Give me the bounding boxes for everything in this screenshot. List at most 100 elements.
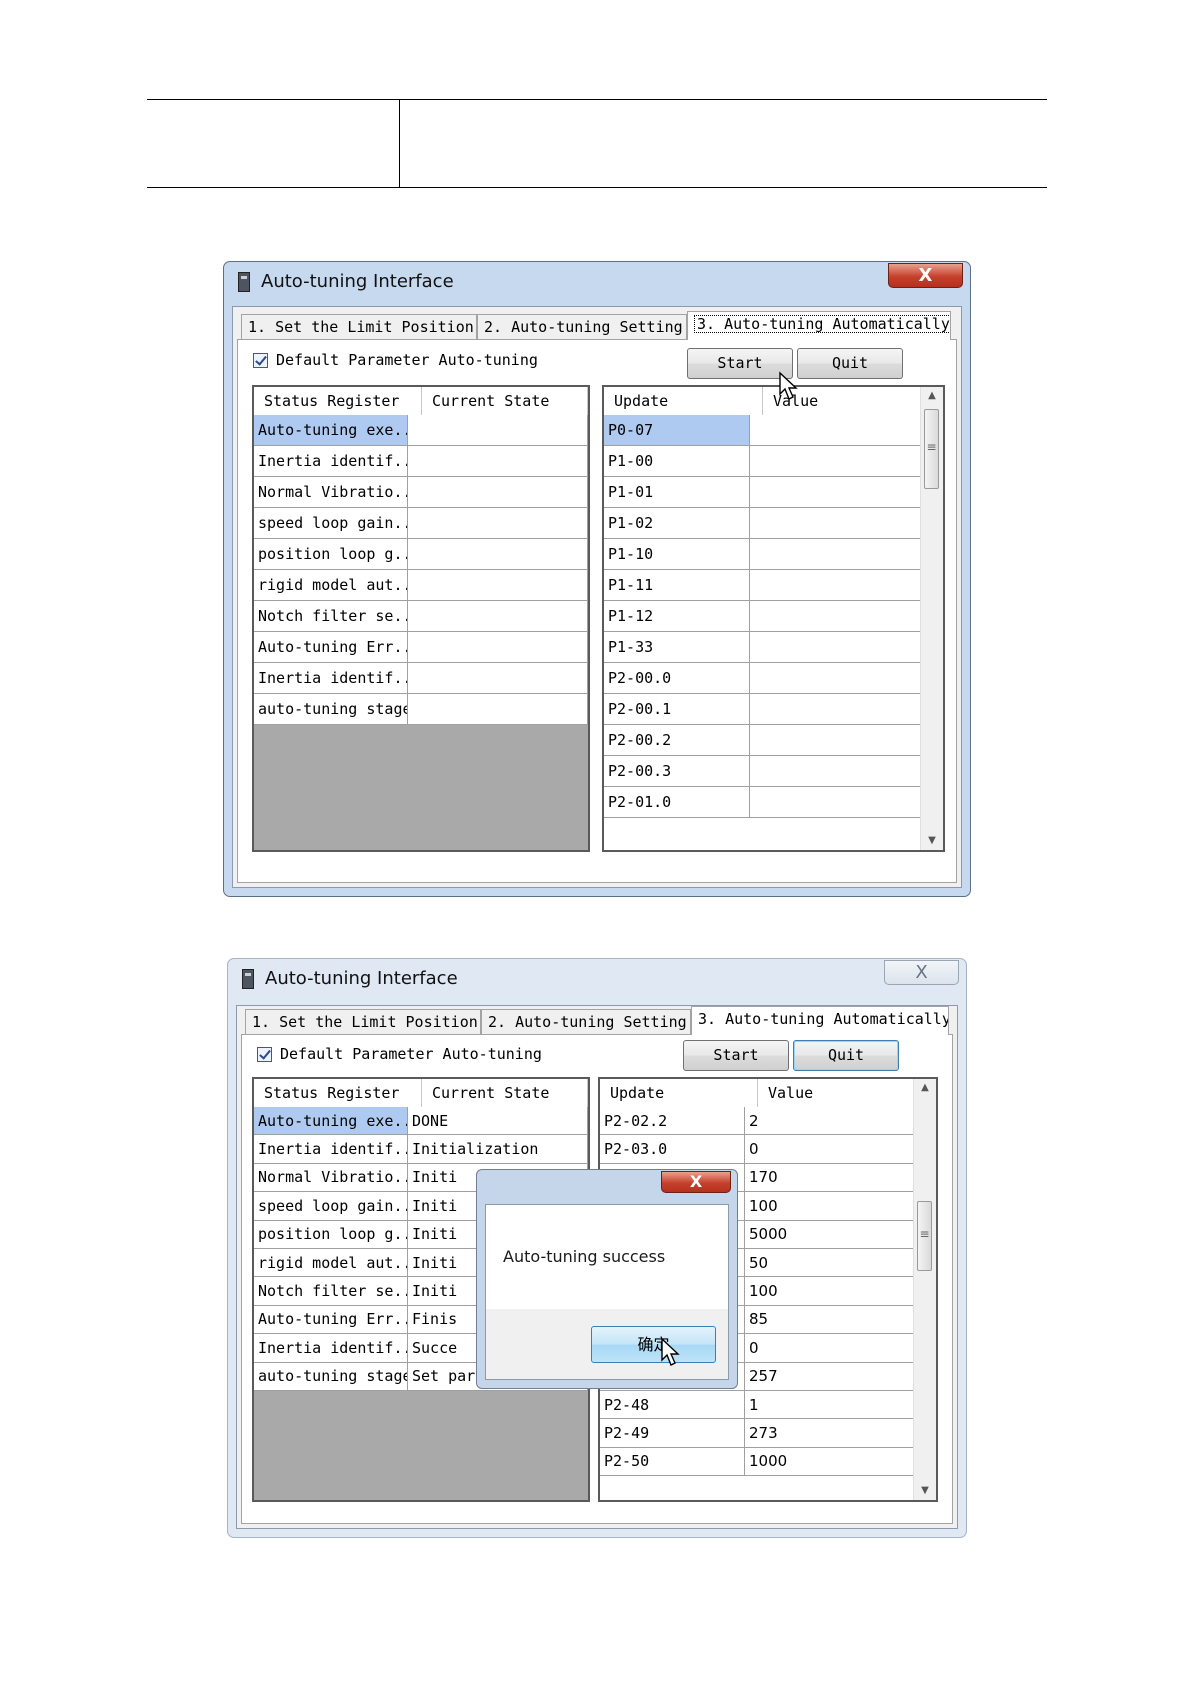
table-row[interactable]: P2-01.0 [604,787,923,818]
value-cell[interactable]: 1 [745,1391,916,1419]
status-register-cell[interactable]: Inertia identif... [254,1135,408,1163]
value-cell[interactable] [750,415,923,445]
update-param-cell[interactable]: P2-00.2 [604,725,750,755]
status-register-cell[interactable]: Notch filter se... [254,1277,408,1305]
value-cell[interactable]: 273 [745,1419,916,1447]
column-header-status-register[interactable]: Status Register [254,1079,422,1107]
scrollbar-thumb[interactable] [917,1201,932,1271]
quit-button[interactable]: Quit [793,1040,899,1071]
value-cell[interactable]: 0 [745,1334,916,1362]
table-row[interactable]: P2-03.0 0 [600,1135,916,1164]
value-cell[interactable] [750,632,923,662]
table-row[interactable]: P2-02.2 2 [600,1107,916,1136]
update-param-cell[interactable]: P2-01.0 [604,787,750,817]
title-bar[interactable]: Auto-tuning Interface X [224,262,970,298]
update-param-cell[interactable]: P1-33 [604,632,750,662]
value-cell[interactable]: 257 [745,1362,916,1390]
ok-button[interactable]: 确定 [591,1326,716,1363]
status-register-cell[interactable]: auto-tuning stage [254,694,408,724]
value-cell[interactable] [750,477,923,507]
status-register-cell[interactable]: Auto-tuning Err... [254,1305,408,1334]
status-register-cell[interactable]: Inertia identif... [254,1334,408,1362]
update-param-cell[interactable]: P2-00.1 [604,694,750,724]
value-cell[interactable]: 85 [745,1305,916,1334]
table-row[interactable]: Auto-tuning exe... DONE [254,1107,588,1136]
value-cell[interactable] [750,663,923,693]
start-button[interactable]: Start [683,1040,789,1071]
table-row[interactable]: speed loop gain... [254,508,588,539]
current-state-cell[interactable] [408,663,588,693]
value-cell[interactable]: 0 [745,1135,916,1163]
quit-button[interactable]: Quit [797,348,903,379]
table-row[interactable]: Auto-tuning Err... [254,632,588,663]
table-row[interactable]: P2-48 1 [600,1391,916,1420]
value-cell[interactable] [750,446,923,476]
table-row[interactable]: P2-49 273 [600,1419,916,1448]
status-register-cell[interactable]: Inertia identif... [254,663,408,693]
start-button[interactable]: Start [687,348,793,379]
value-cell[interactable]: 100 [745,1277,916,1305]
table-row[interactable]: auto-tuning stage [254,694,588,725]
default-parameter-checkbox[interactable] [253,353,268,368]
table-row[interactable]: P2-00.1 [604,694,923,725]
current-state-cell[interactable] [408,632,588,662]
table-row[interactable]: P1-12 [604,601,923,632]
table-row[interactable]: P1-33 [604,632,923,663]
tab-auto-tuning-automatically[interactable]: 3. Auto-tuning Automatically [687,311,951,340]
status-register-cell[interactable]: Notch filter se... [254,601,408,631]
status-register-cell[interactable]: Inertia identif... [254,446,408,476]
current-state-cell[interactable] [408,601,588,631]
update-param-cell[interactable]: P2-00.0 [604,663,750,693]
value-cell[interactable]: 170 [745,1163,916,1192]
table-row[interactable]: P1-01 [604,477,923,508]
tab-set-limit-position[interactable]: 1. Set the Limit Position [245,1009,481,1035]
update-param-cell[interactable]: P2-02.2 [600,1107,745,1135]
table-row[interactable]: P1-10 [604,539,923,570]
update-param-cell[interactable]: P1-00 [604,446,750,476]
current-state-cell[interactable] [408,539,588,569]
status-register-cell[interactable]: speed loop gain... [254,508,408,538]
column-header-current-state[interactable]: Current State [422,1079,588,1107]
value-cell[interactable] [750,570,923,600]
update-param-cell[interactable]: P1-02 [604,508,750,538]
status-register-cell[interactable]: auto-tuning stage [254,1362,408,1390]
table-row[interactable]: P2-00.0 [604,663,923,694]
table-row[interactable]: P2-50 1000 [600,1447,916,1477]
close-button[interactable]: X [884,960,959,985]
status-register-cell[interactable]: Auto-tuning exe... [254,1107,408,1135]
table-row[interactable]: P2-00.2 [604,725,923,756]
update-param-cell[interactable]: P2-00.3 [604,756,750,786]
value-cell[interactable] [750,787,923,817]
update-param-cell[interactable]: P1-12 [604,601,750,631]
current-state-cell[interactable]: Initialization [408,1135,588,1163]
status-register-cell[interactable]: Normal Vibratio... [254,477,408,507]
default-parameter-checkbox[interactable] [257,1047,272,1062]
table-row[interactable]: P0-07 [604,415,923,446]
current-state-cell[interactable] [408,570,588,600]
scroll-up-arrow-icon[interactable]: ▲ [914,1079,936,1097]
status-register-cell[interactable]: rigid model aut... [254,570,408,600]
update-param-cell[interactable]: P1-11 [604,570,750,600]
table-row[interactable]: P1-00 [604,446,923,477]
status-register-cell[interactable]: speed loop gain... [254,1192,408,1220]
scrollbar-thumb[interactable] [924,409,939,489]
table-row[interactable]: Notch filter se... [254,601,588,632]
table-row[interactable]: rigid model aut... [254,570,588,601]
value-cell[interactable]: 5000 [745,1220,916,1248]
value-cell[interactable] [750,508,923,538]
value-cell[interactable]: 1000 [745,1447,916,1476]
table-row[interactable]: Auto-tuning exe... [254,415,588,446]
status-register-cell[interactable]: position loop g... [254,539,408,569]
column-header-status-register[interactable]: Status Register [254,387,422,415]
status-register-cell[interactable]: Auto-tuning Err... [254,632,408,662]
value-cell[interactable] [750,694,923,724]
vertical-scrollbar[interactable]: ▲ ▼ [920,387,943,850]
vertical-scrollbar[interactable]: ▲ ▼ [913,1079,936,1500]
close-button[interactable]: X [888,263,963,288]
table-row[interactable]: P2-00.3 [604,756,923,787]
current-state-cell[interactable]: DONE [408,1107,588,1135]
table-row[interactable]: Normal Vibratio... [254,477,588,508]
update-param-cell[interactable]: P1-01 [604,477,750,507]
table-row[interactable]: P1-02 [604,508,923,539]
scroll-down-arrow-icon[interactable]: ▼ [921,832,943,850]
